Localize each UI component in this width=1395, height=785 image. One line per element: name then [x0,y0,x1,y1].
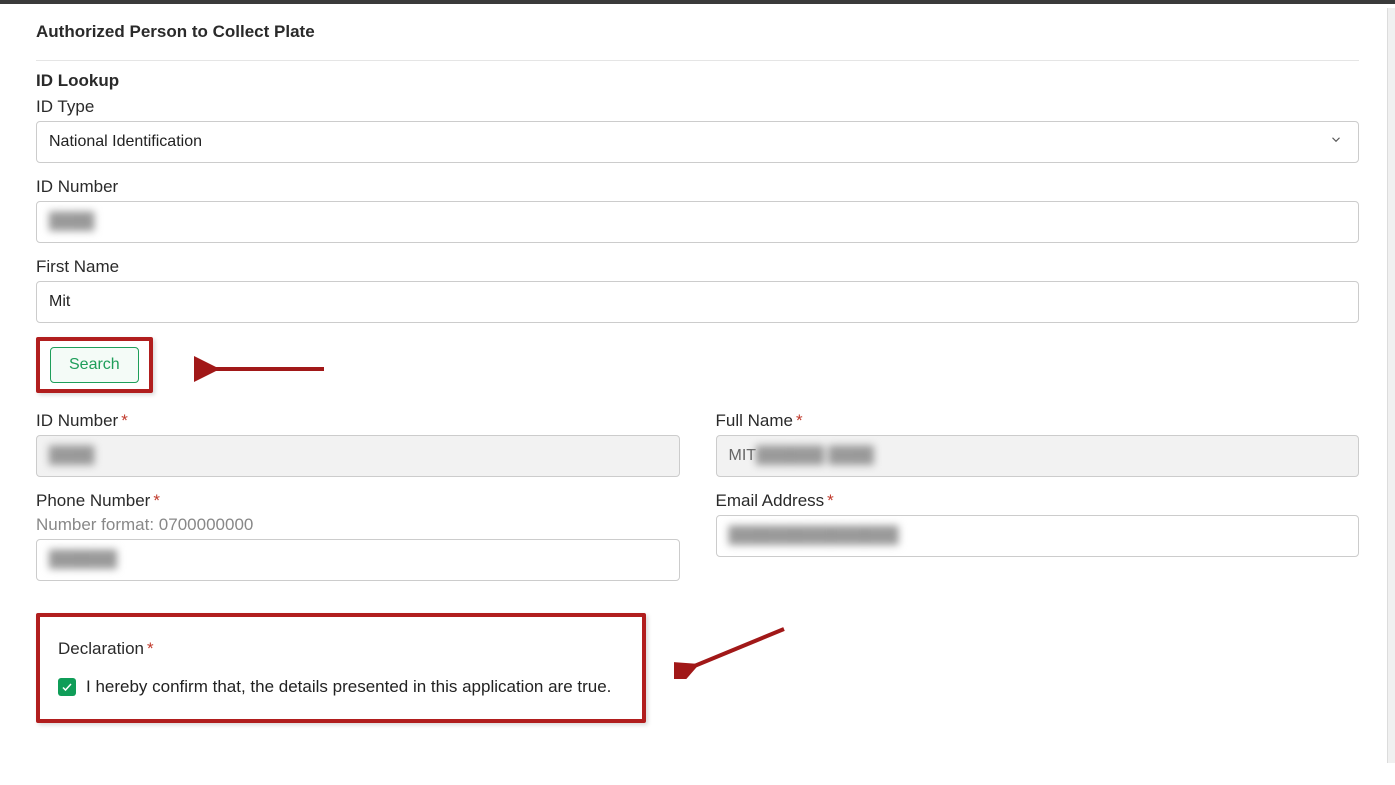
arrow-annotation-icon [674,619,794,679]
email-field: Email Address* ███████████████ [716,491,1360,581]
result-id-number-field: ID Number* ████ [36,411,680,477]
email-input[interactable]: ███████████████ [716,515,1360,557]
phone-input[interactable]: ██████ [36,539,680,581]
section-title: Authorized Person to Collect Plate [36,22,1359,42]
scrollbar-track[interactable] [1387,8,1395,763]
first-name-label: First Name [36,257,1359,277]
search-button[interactable]: Search [50,347,139,383]
id-lookup-title: ID Lookup [36,71,1359,91]
phone-field: Phone Number* Number format: 0700000000 … [36,491,680,581]
arrow-annotation-icon [194,349,334,389]
id-type-label: ID Type [36,97,1359,117]
form-page: Authorized Person to Collect Plate ID Lo… [0,0,1395,763]
divider [36,60,1359,61]
search-highlight-box: Search [36,337,153,393]
id-type-select[interactable] [36,121,1359,163]
declaration-row: I hereby confirm that, the details prese… [58,677,624,697]
first-name-field: First Name [36,257,1359,323]
id-number-label: ID Number [36,177,1359,197]
result-full-name-label: Full Name* [716,411,1360,431]
declaration-highlight-box: Declaration* I hereby confirm that, the … [36,613,646,723]
declaration-checkbox[interactable] [58,678,76,696]
email-label: Email Address* [716,491,1360,511]
first-name-input[interactable] [36,281,1359,323]
id-number-input[interactable]: ████ [36,201,1359,243]
phone-label: Phone Number* [36,491,680,511]
id-type-select-wrap[interactable] [36,121,1359,163]
id-type-field: ID Type [36,97,1359,163]
phone-hint: Number format: 0700000000 [36,515,680,535]
declaration-text: I hereby confirm that, the details prese… [86,677,611,697]
result-full-name-input: MIT ██████ ████ [716,435,1360,477]
result-id-number-label: ID Number* [36,411,680,431]
result-id-number-input: ████ [36,435,680,477]
result-row-1: ID Number* ████ Full Name* MIT ██████ ██… [36,411,1359,491]
result-row-2: Phone Number* Number format: 0700000000 … [36,491,1359,595]
declaration-label: Declaration* [58,639,624,659]
result-full-name-field: Full Name* MIT ██████ ████ [716,411,1360,477]
check-icon [61,681,73,693]
id-number-field: ID Number ████ [36,177,1359,243]
